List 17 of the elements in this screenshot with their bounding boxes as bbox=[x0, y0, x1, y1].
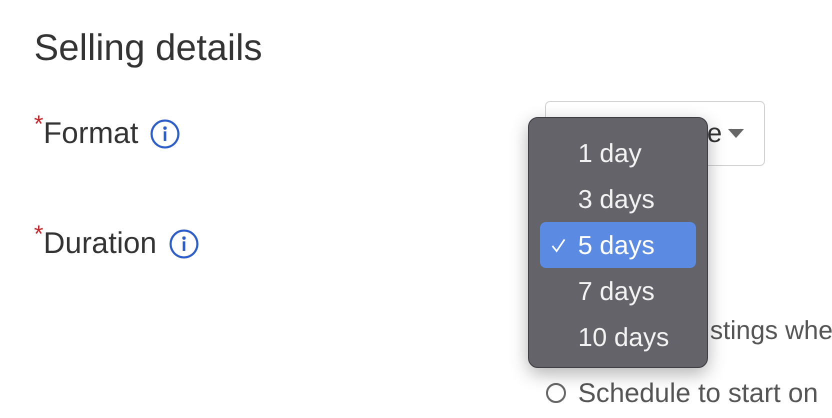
caret-icon bbox=[728, 129, 744, 138]
field-label: Format bbox=[43, 116, 138, 150]
required-marker: * bbox=[34, 221, 44, 249]
field-label: Duration bbox=[43, 226, 157, 260]
menu-item[interactable]: 10 days bbox=[540, 314, 696, 360]
info-icon[interactable] bbox=[150, 118, 180, 148]
menu-item[interactable]: 5 days bbox=[540, 222, 696, 268]
menu-item[interactable]: 7 days bbox=[540, 268, 696, 314]
menu-item[interactable]: 1 day bbox=[540, 130, 696, 176]
option-label: stings whe bbox=[710, 314, 832, 346]
info-icon[interactable] bbox=[168, 228, 199, 258]
radio-button[interactable] bbox=[546, 383, 566, 403]
menu-item[interactable]: 3 days bbox=[540, 176, 696, 222]
option-label: Schedule to start on bbox=[578, 378, 818, 408]
section-heading: Selling details bbox=[34, 26, 262, 70]
required-marker: * bbox=[34, 111, 44, 139]
check-icon bbox=[551, 238, 566, 253]
